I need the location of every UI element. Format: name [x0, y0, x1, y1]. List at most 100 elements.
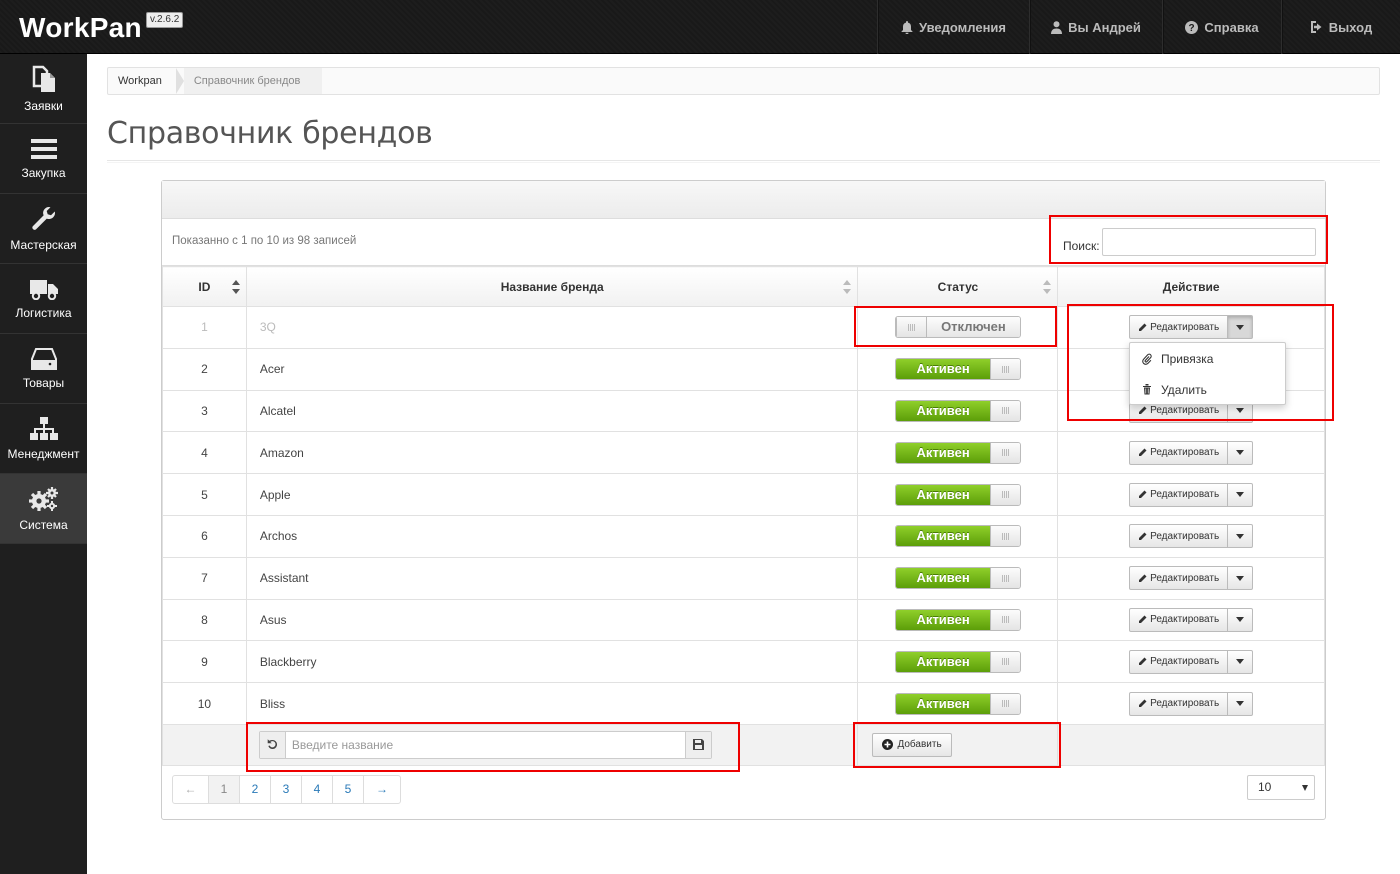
toggle-knob — [990, 609, 1020, 630]
documents-icon — [32, 65, 55, 92]
sidebar-item-goods[interactable]: Товары — [0, 334, 87, 404]
status-toggle[interactable]: Активен — [894, 692, 1021, 715]
status-toggle[interactable]: Активен — [894, 483, 1021, 506]
cell-status: Активен — [857, 473, 1059, 516]
column-header-id[interactable]: ID — [162, 266, 247, 307]
column-header-status[interactable]: Статус — [857, 266, 1059, 307]
toggle-knob — [990, 442, 1020, 463]
sidebar-item-logistics[interactable]: Логистика — [0, 264, 87, 334]
edit-dropdown-toggle[interactable] — [1228, 566, 1254, 591]
logout-icon — [1310, 21, 1322, 33]
brands-table: ID Название бренда Статус Действие 1 3Q … — [162, 266, 1325, 766]
sidebar-label: Заявки — [24, 98, 63, 113]
pagination-page[interactable]: 4 — [302, 776, 333, 803]
pagination-next[interactable]: → — [364, 776, 400, 803]
sidebar-item-management[interactable]: Менеджмент — [0, 404, 87, 474]
page-size-select[interactable]: 10 — [1247, 775, 1315, 800]
cell-status: Активен — [857, 640, 1059, 684]
logout-link[interactable]: Выход — [1281, 0, 1400, 54]
sidebar-label: Менеджмент — [7, 446, 80, 461]
edit-button[interactable]: Редактировать — [1129, 482, 1229, 507]
sidebar-item-requests[interactable]: Заявки — [0, 54, 87, 124]
status-toggle[interactable]: Активен — [894, 399, 1021, 422]
pagination-page[interactable]: 3 — [271, 776, 302, 803]
edit-dropdown-toggle[interactable] — [1228, 649, 1254, 674]
pagination-prev[interactable]: ← — [173, 776, 209, 803]
cell-status: Активен — [857, 682, 1059, 725]
add-button[interactable]: Добавить — [872, 732, 952, 757]
pagination-page[interactable]: 2 — [240, 776, 271, 803]
edit-dropdown-toggle[interactable] — [1228, 691, 1254, 716]
sidebar-label: Логистика — [15, 305, 72, 320]
pagination-page[interactable]: 1 — [209, 776, 240, 803]
edit-dropdown-toggle[interactable] — [1228, 482, 1254, 507]
column-header-name[interactable]: Название бренда — [245, 266, 859, 307]
edit-button[interactable]: Редактировать — [1129, 649, 1229, 674]
status-toggle[interactable]: Активен — [894, 567, 1021, 590]
records-info: Показанно с 1 по 10 из 98 записей — [172, 235, 357, 247]
sort-icon — [231, 280, 240, 294]
cell-brand-name: Apple — [245, 473, 859, 516]
edit-button[interactable]: Редактировать — [1129, 315, 1229, 340]
add-brand-row: Введите название Добавить — [162, 723, 1325, 766]
cell-id: 4 — [162, 431, 247, 475]
breadcrumb-root[interactable]: Workpan — [108, 68, 184, 94]
svg-text:?: ? — [1189, 23, 1195, 34]
toggle-knob — [990, 484, 1020, 505]
table-row: 10 Bliss Активен Редактировать — [162, 682, 1325, 725]
edit-button[interactable]: Редактировать — [1129, 566, 1229, 591]
sidebar-item-purchase[interactable]: Закупка — [0, 124, 87, 194]
footer-cell: Введите название — [245, 723, 859, 766]
status-toggle-label: Активен — [895, 568, 991, 589]
cell-status: Активен — [857, 347, 1059, 391]
user-icon — [1051, 20, 1063, 34]
sidebar-item-workshop[interactable]: Мастерская — [0, 194, 87, 264]
help-label: Справка — [1204, 19, 1259, 35]
status-toggle[interactable]: Активен — [894, 358, 1021, 381]
edit-button-label: Редактировать — [1150, 405, 1220, 417]
pagination: ← 1 2 3 4 5 → — [172, 775, 401, 804]
brand-name-input[interactable]: Введите название — [286, 732, 685, 758]
page-title: Справочник брендов — [107, 116, 433, 151]
edit-button[interactable]: Редактировать — [1129, 440, 1229, 465]
dropdown-item-link[interactable]: Привязка — [1130, 343, 1285, 374]
edit-dropdown-toggle[interactable] — [1228, 607, 1254, 632]
cell-id: 8 — [162, 598, 247, 642]
edit-dropdown-toggle[interactable] — [1228, 315, 1254, 340]
notifications-link[interactable]: Уведомления — [877, 0, 1029, 54]
save-button[interactable] — [684, 731, 711, 758]
sidebar-item-system[interactable]: Система — [0, 474, 87, 544]
sidebar: Заявки Закупка Мастерская Логистика Това… — [0, 54, 87, 874]
pencil-icon — [1139, 657, 1147, 666]
status-toggle[interactable]: Активен — [894, 650, 1021, 673]
sidebar-label: Закупка — [21, 165, 66, 180]
profile-link[interactable]: Вы Андрей — [1029, 0, 1162, 54]
pencil-icon — [1139, 323, 1147, 331]
status-toggle[interactable]: Активен — [894, 525, 1021, 548]
edit-button[interactable]: Редактировать — [1129, 524, 1229, 549]
status-toggle[interactable]: Отключен — [894, 316, 1021, 339]
edit-button[interactable]: Редактировать — [1129, 607, 1229, 632]
profile-label: Вы Андрей — [1068, 19, 1141, 35]
edit-button-label: Редактировать — [1150, 489, 1220, 501]
edit-dropdown-toggle[interactable] — [1228, 440, 1254, 465]
app-brand[interactable]: WorkPan — [19, 12, 142, 44]
pagination-page[interactable]: 5 — [333, 776, 364, 803]
help-link[interactable]: ? Справка — [1162, 0, 1281, 54]
table-row: 6 Archos Активен Редактировать — [162, 514, 1325, 558]
cell-status: Активен — [857, 431, 1059, 475]
search-input[interactable] — [1102, 228, 1316, 256]
edit-button[interactable]: Редактировать — [1129, 691, 1229, 716]
status-toggle[interactable]: Активен — [894, 441, 1021, 464]
cell-brand-name: Amazon — [245, 431, 859, 475]
edit-button-group: Редактировать — [1129, 315, 1254, 340]
status-toggle[interactable]: Активен — [894, 608, 1021, 631]
toggle-knob — [895, 317, 926, 338]
dropdown-item-delete[interactable]: Удалить — [1130, 374, 1285, 405]
truck-icon — [29, 279, 58, 300]
cell-brand-name: Assistant — [245, 556, 859, 600]
edit-dropdown-toggle[interactable] — [1228, 524, 1254, 549]
table-row: 7 Assistant Активен Редактировать — [162, 556, 1325, 600]
sidebar-label: Мастерская — [10, 237, 77, 252]
reset-button[interactable] — [259, 731, 286, 758]
